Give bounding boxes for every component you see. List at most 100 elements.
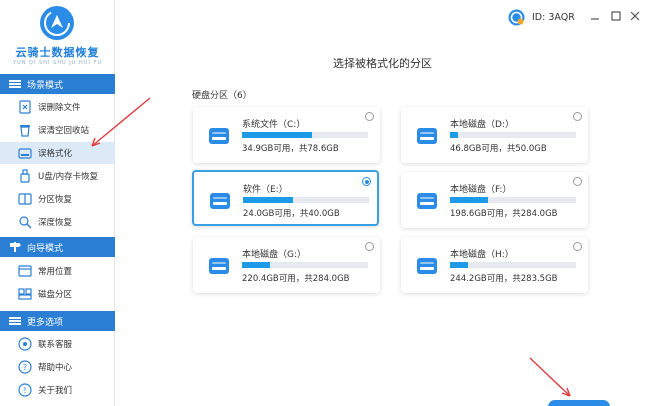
file-delete-icon	[19, 100, 31, 114]
partition-radio[interactable]	[362, 177, 371, 186]
partition-usage-fill	[243, 197, 294, 203]
partition-radio[interactable]	[573, 112, 582, 121]
section-title: 场景模式	[27, 80, 64, 91]
user-id-text: ID: 3AQR	[532, 11, 575, 23]
partition-name: 本地磁盘（D:）	[450, 120, 514, 130]
location-icon	[18, 265, 32, 277]
partition-card-h[interactable]: 本地磁盘（H:） 244.2GB可用，共283.5GB	[401, 237, 588, 293]
format-disk-icon	[18, 148, 32, 159]
partition-usage-bar	[450, 197, 576, 203]
partition-capacity: 46.8GB可用，共50.0GB	[450, 144, 547, 154]
menu-icon	[9, 317, 21, 325]
partition-capacity: 244.2GB可用，共283.5GB	[450, 274, 558, 284]
sidebar-item-common-locations[interactable]: 常用位置	[0, 260, 115, 282]
sidebar-item-deleted-files[interactable]: 误删除文件	[0, 96, 115, 118]
maximize-icon[interactable]	[609, 9, 623, 23]
sidebar-item-label: 分区恢复	[38, 195, 73, 205]
sidebar-item-about-us[interactable]: ! 关于我们	[0, 379, 115, 401]
partition-radio[interactable]	[573, 242, 582, 251]
sidebar-item-deep-recovery[interactable]: 深度恢复	[0, 211, 115, 233]
partition-name: 本地磁盘（H:）	[450, 250, 514, 260]
sidebar-item-disk-partition[interactable]: 磁盘分区	[0, 283, 115, 305]
partition-card-e[interactable]: 软件（E:） 24.0GB可用，共40.0GB	[192, 170, 379, 226]
partition-name: 软件（E:）	[243, 185, 288, 195]
usb-drive-icon	[20, 169, 30, 183]
next-button[interactable]	[548, 400, 610, 406]
partition-card-g[interactable]: 本地磁盘（G:） 220.4GB可用，共284.0GB	[193, 237, 380, 293]
minimize-icon[interactable]	[588, 9, 602, 23]
sidebar-item-partition-recovery[interactable]: 分区恢复	[0, 188, 115, 210]
user-id-display[interactable]: ID: 3AQR	[508, 8, 575, 26]
partition-radio[interactable]	[365, 112, 374, 121]
partition-usage-bar	[242, 262, 368, 268]
disk-group-label: 硬盘分区（6）	[192, 91, 252, 101]
partition-capacity: 198.6GB可用，共284.0GB	[450, 209, 558, 219]
sidebar-item-label: 关于我们	[38, 386, 73, 396]
app-title: 云骑士数据恢复	[15, 46, 100, 59]
sidebar-item-help-center[interactable]: ? 帮助中心	[0, 356, 115, 378]
partition-usage-bar	[450, 262, 576, 268]
hard-disk-icon	[417, 193, 437, 209]
recycle-bin-icon	[20, 125, 30, 137]
hard-disk-icon	[209, 128, 229, 144]
partition-usage-bar	[450, 132, 576, 138]
partition-usage-bar	[243, 197, 369, 203]
sidebar-item-label: 常用位置	[38, 267, 73, 277]
partition-name: 本地磁盘（G:）	[242, 250, 307, 260]
section-scene-mode: 场景模式	[0, 74, 115, 94]
partition-radio[interactable]	[365, 242, 374, 251]
hard-disk-icon	[210, 193, 230, 209]
partition-usage-bar	[242, 132, 368, 138]
knight-logo-icon	[40, 6, 74, 40]
annotation-arrow-right	[529, 357, 571, 397]
partition-usage-fill	[242, 262, 271, 268]
sidebar-item-label: 帮助中心	[38, 363, 73, 373]
annotation-arrowhead-right	[561, 387, 571, 397]
app-subtitle: YUN QI SHI SHU JU HUI FU	[13, 60, 102, 66]
svg-text:?: ?	[23, 363, 27, 372]
info-icon: !	[18, 383, 32, 397]
hard-disk-icon	[209, 258, 229, 274]
sidebar-item-label: 误格式化	[38, 149, 73, 159]
signpost-icon	[10, 242, 21, 252]
sidebar-item-usb-card[interactable]: U盘/内存卡恢复	[0, 165, 115, 187]
hard-disk-icon	[417, 128, 437, 144]
sidebar-item-label: 误清空回收站	[38, 126, 90, 136]
sidebar-item-label: 深度恢复	[38, 218, 73, 228]
partition-card-f[interactable]: 本地磁盘（F:） 198.6GB可用，共284.0GB	[401, 172, 588, 228]
partition-icon	[18, 193, 32, 205]
partition-usage-fill	[450, 132, 459, 138]
partition-name: 本地磁盘（F:）	[450, 185, 512, 195]
partition-capacity: 24.0GB可用，共40.0GB	[243, 209, 340, 219]
sidebar-item-label: 误删除文件	[38, 103, 81, 113]
svg-text:!: !	[23, 386, 26, 395]
partition-capacity: 34.9GB可用，共78.6GB	[242, 144, 339, 154]
section-title: 更多选项	[27, 317, 64, 328]
disk-partition-icon	[18, 288, 32, 300]
headset-icon	[18, 337, 32, 351]
partition-capacity: 220.4GB可用，共284.0GB	[242, 274, 350, 284]
section-wizard-mode: 向导模式	[0, 237, 115, 257]
page-heading: 选择被格式化的分区	[333, 57, 432, 70]
sidebar-item-formatted[interactable]: 误格式化	[0, 142, 115, 164]
partition-card-c[interactable]: 系统文件（C:） 34.9GB可用，共78.6GB	[193, 107, 380, 163]
deep-scan-icon	[19, 216, 32, 229]
sidebar-item-contact-support[interactable]: 联系客服	[0, 333, 115, 355]
partition-name: 系统文件（C:）	[242, 120, 306, 130]
sidebar-item-recycle-bin[interactable]: 误清空回收站	[0, 119, 115, 141]
partition-card-d[interactable]: 本地磁盘（D:） 46.8GB可用，共50.0GB	[401, 107, 588, 163]
partition-usage-fill	[450, 197, 488, 203]
sidebar-item-label: 联系客服	[38, 340, 73, 350]
close-icon[interactable]	[628, 9, 642, 23]
partition-usage-fill	[450, 262, 468, 268]
section-more-options: 更多选项	[0, 311, 115, 331]
sidebar-item-label: U盘/内存卡恢复	[38, 172, 99, 182]
sidebar: 云骑士数据恢复 YUN QI SHI SHU JU HUI FU 场景模式 误删…	[0, 0, 115, 406]
user-avatar-icon	[508, 9, 525, 25]
section-title: 向导模式	[27, 243, 64, 254]
sidebar-item-label: 磁盘分区	[38, 290, 73, 300]
partition-radio[interactable]	[573, 177, 582, 186]
hard-disk-icon	[417, 258, 437, 274]
app-logo: 云骑士数据恢复 YUN QI SHI SHU JU HUI FU	[0, 0, 115, 72]
help-icon: ?	[18, 360, 32, 374]
